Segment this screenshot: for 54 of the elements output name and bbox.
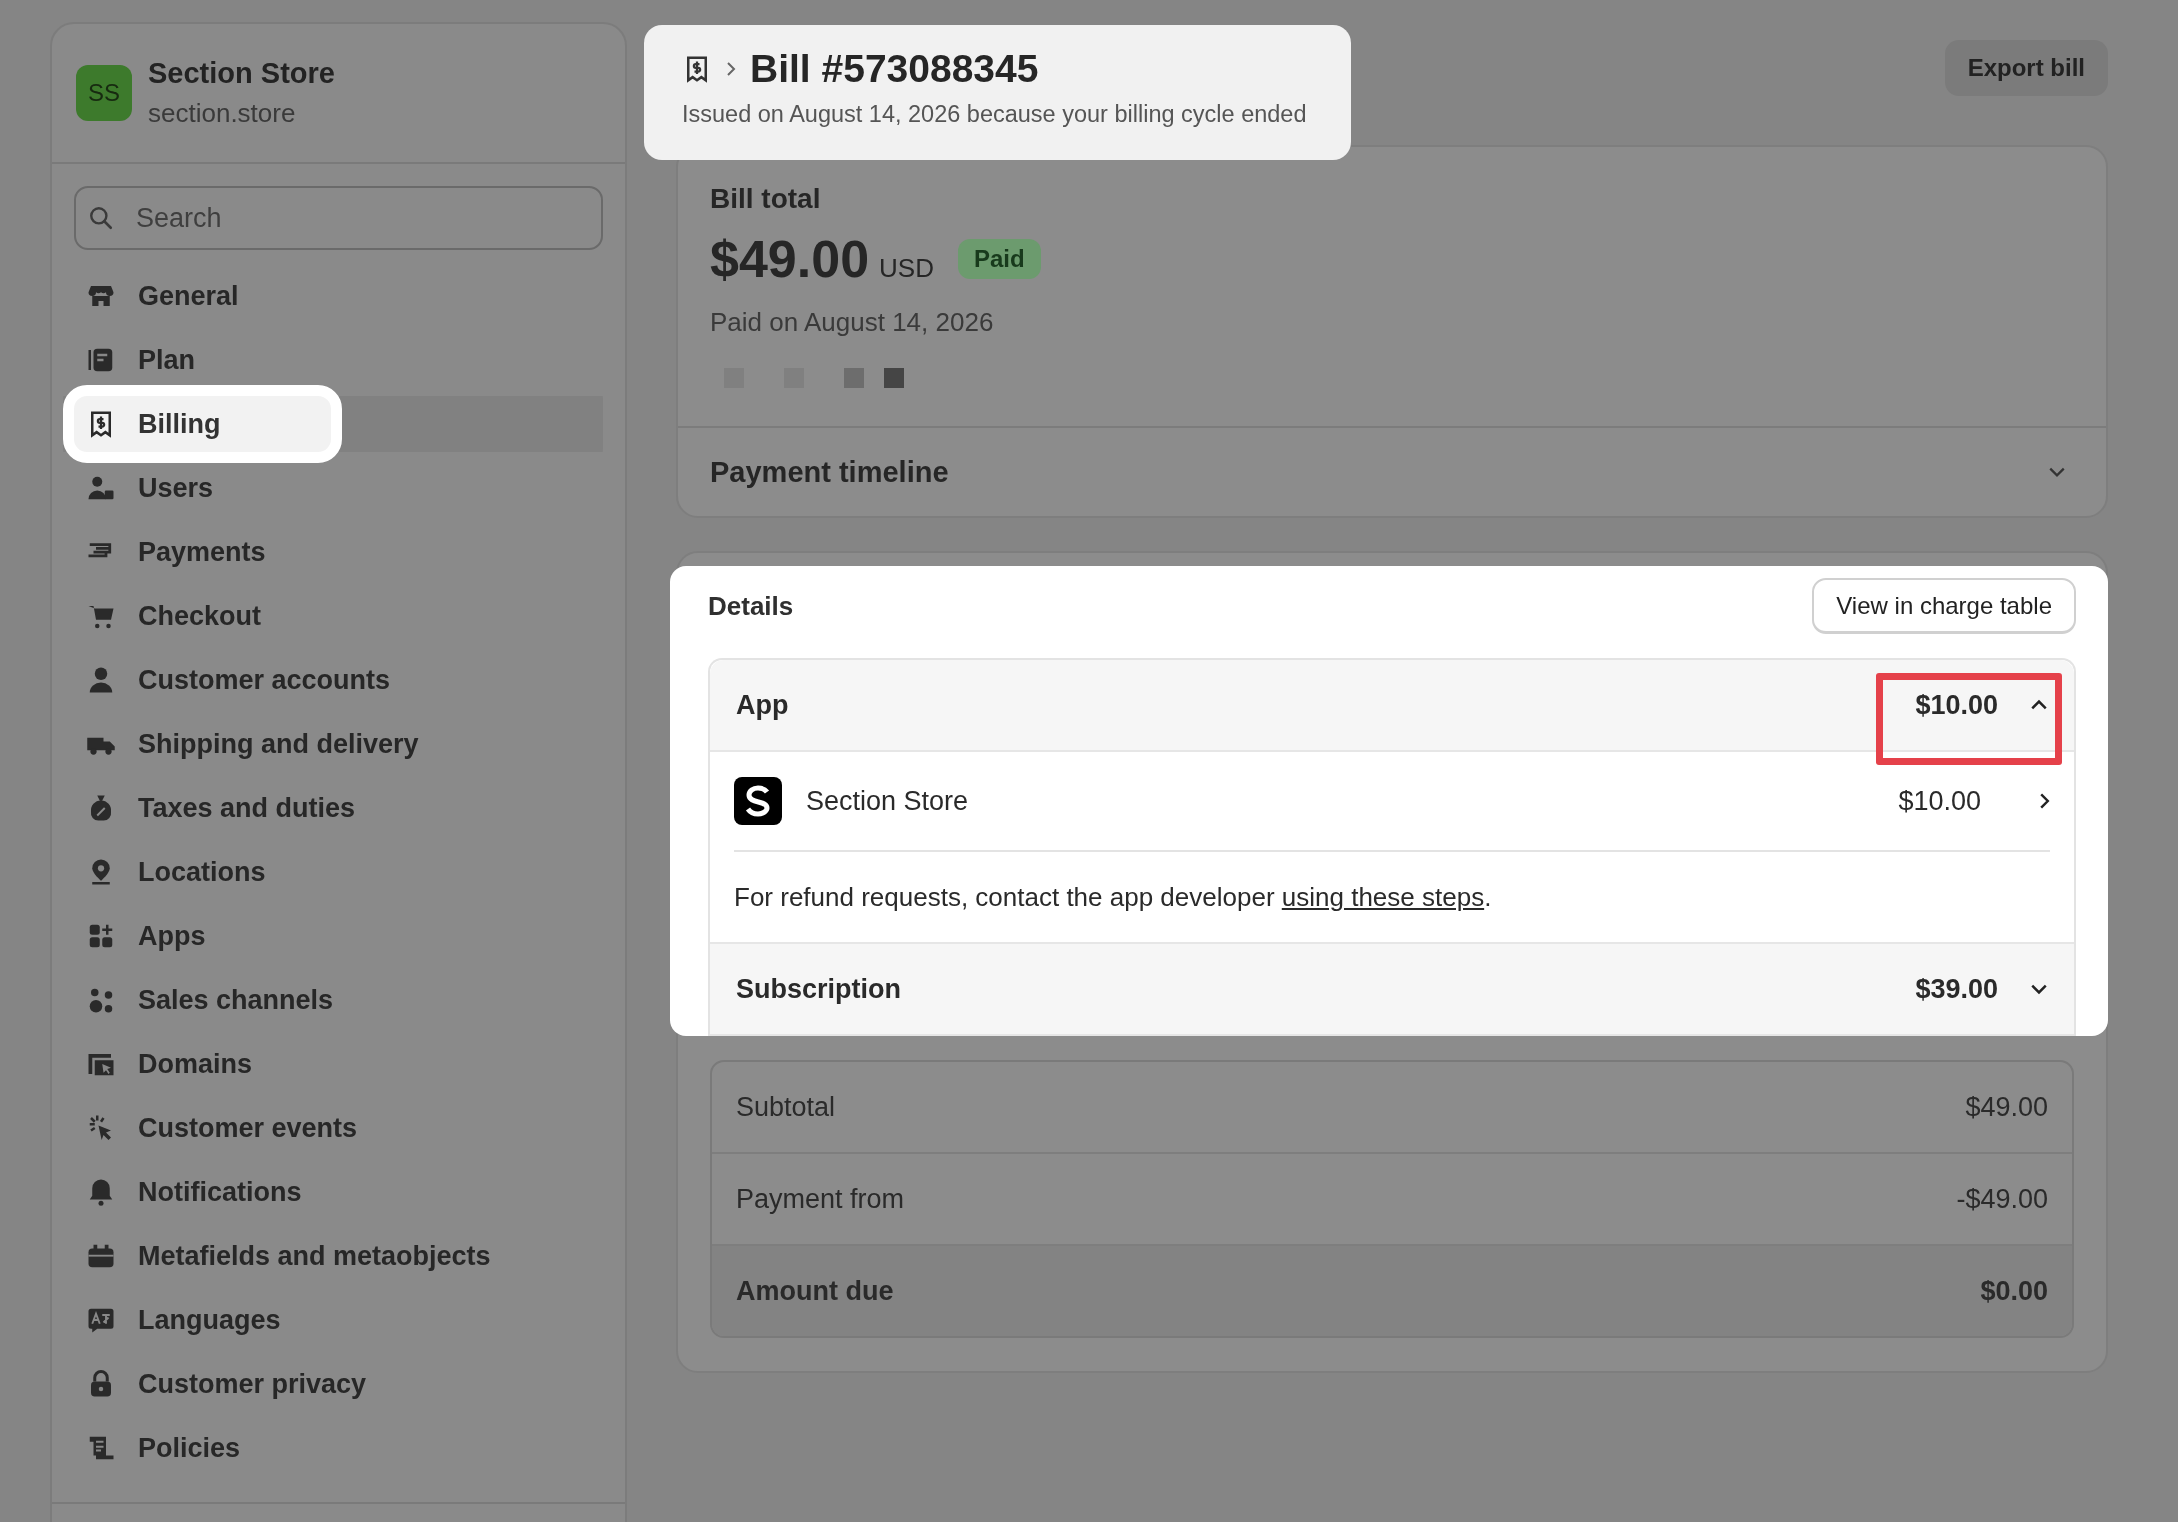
nav-item[interactable]: Users <box>74 460 603 516</box>
nav-item[interactable]: Taxes and duties <box>74 780 603 836</box>
nav-item[interactable]: Apps <box>74 908 603 964</box>
nav-item[interactable]: Sales channels <box>74 972 603 1028</box>
nav-item[interactable]: Shipping and delivery <box>74 716 603 772</box>
paid-date: Paid on August 14, 2026 <box>710 307 995 338</box>
search-field[interactable]: Search <box>74 186 603 250</box>
total-amount: -$49.00 <box>1956 1183 2048 1215</box>
nav-item[interactable]: Locations <box>74 844 603 900</box>
store-avatar: SS <box>76 65 132 121</box>
charge-table-button[interactable]: View in charge table <box>1812 578 2076 634</box>
accordion-header[interactable]: App $10.00 <box>710 660 2074 752</box>
total-label: Subtotal <box>736 1091 836 1123</box>
chevron-icon <box>2048 466 2066 478</box>
refund-note: For refund requests, contact the app developer using these steps. <box>734 880 1493 915</box>
nav-item[interactable]: General <box>74 268 603 324</box>
page-subtitle: Issued on August 14, 2026 because your billing cycle ended <box>682 101 1307 128</box>
currency: USD <box>879 253 934 284</box>
status-badge: Paid <box>957 239 1041 279</box>
page-title: Bill #573088345 <box>750 47 1039 91</box>
nav-item[interactable]: Domains <box>74 1036 603 1092</box>
nav-item[interactable]: Notifications <box>74 1164 603 1220</box>
nav-item[interactable]: Customer events <box>74 1100 603 1156</box>
total-label: Payment from <box>736 1183 905 1215</box>
export-button[interactable]: Export bill <box>1944 40 2108 96</box>
chevron-icon <box>2030 983 2048 995</box>
accordion-header[interactable]: Subscription $39.00 <box>710 944 2074 1036</box>
total-amount: $0.00 <box>1980 1275 2048 1307</box>
nav-item[interactable]: Languages <box>74 1292 603 1348</box>
bill-amount: $49.00 <box>710 229 870 289</box>
nav-item[interactable]: Billing <box>63 385 603 463</box>
nav-item[interactable]: Customer accounts <box>74 652 603 708</box>
refund-link[interactable]: using these steps <box>1281 881 1485 913</box>
timeline-toggle[interactable]: Payment timeline <box>678 426 2106 516</box>
app-amount: $10.00 <box>1898 785 1981 817</box>
nav-item[interactable]: Plan <box>74 332 603 388</box>
nav-item[interactable]: Policies <box>74 1420 603 1476</box>
app-logo-icon <box>734 777 782 825</box>
store-name: Section Store <box>148 57 335 90</box>
nav-item[interactable]: Metafields and metaobjects <box>74 1228 603 1284</box>
chevron-right-icon <box>726 61 736 77</box>
bill-total-label: Bill total <box>710 183 822 215</box>
nav-item[interactable]: Payments <box>74 524 603 580</box>
store-domain: section.store <box>148 98 297 129</box>
chevron-right-icon <box>2039 792 2050 810</box>
search-icon <box>88 205 114 231</box>
chevron-icon <box>2030 699 2048 711</box>
nav-item[interactable]: Checkout <box>74 588 603 644</box>
nav-item[interactable]: Customer privacy <box>74 1356 603 1412</box>
app-row[interactable]: Section Store $10.00 <box>734 752 2050 852</box>
details-title: Details <box>708 590 794 622</box>
app-name: Section Store <box>806 785 970 817</box>
total-label: Amount due <box>736 1275 894 1307</box>
total-amount: $49.00 <box>1965 1091 2048 1123</box>
